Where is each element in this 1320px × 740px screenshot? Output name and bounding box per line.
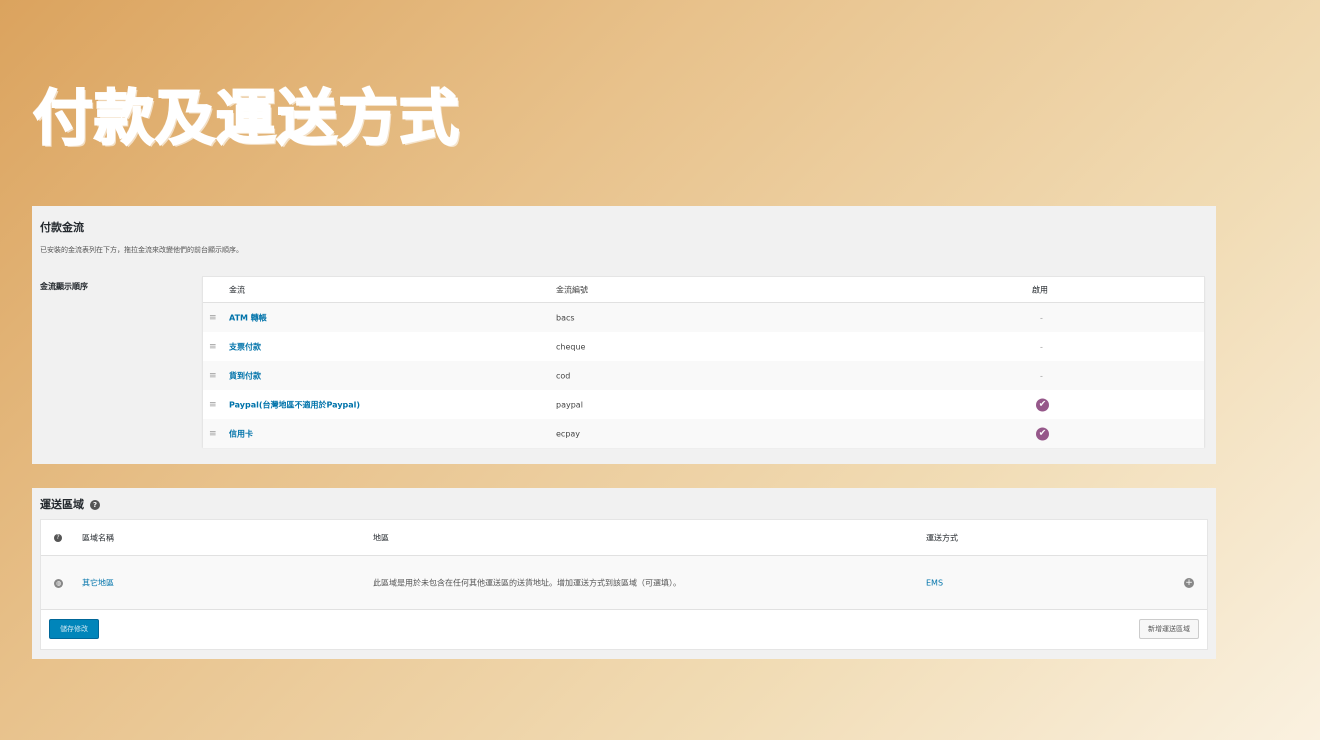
gateway-id: cod	[556, 371, 571, 380]
check-icon: ✔	[1036, 398, 1049, 411]
column-header-gateway-id[interactable]: 金流編號	[556, 284, 588, 295]
drag-handle-icon[interactable]: ≡	[209, 429, 217, 439]
gateway-id: bacs	[556, 313, 575, 322]
drag-handle-icon[interactable]: ≡	[209, 313, 217, 323]
gateway-id: ecpay	[556, 429, 581, 438]
drag-handle-icon[interactable]: ≡	[209, 400, 217, 410]
payment-gateways-table: 金流 金流編號 啟用 ≡ ATM 轉帳 bacs - ≡ 支票付款 cheque…	[202, 276, 1205, 448]
plus-circle-icon[interactable]: +	[1184, 577, 1194, 588]
column-header-zone-name: 區域名稱	[82, 533, 114, 542]
table-row: ◍ 其它地區 此區域是用於未包含在任何其他運送區的送貨地址。增加運送方式到該區域…	[41, 556, 1207, 610]
payment-section-title: 付款金流	[40, 221, 84, 234]
table-row[interactable]: ≡ Paypal(台灣地區不適用於Paypal) paypal ✔	[203, 390, 1204, 419]
shipping-section-title: 運送區域?	[40, 496, 100, 512]
column-header-region: 地區	[373, 533, 389, 542]
gateway-enabled-status[interactable]: -	[1040, 313, 1043, 322]
shipping-zones-table: ? 區域名稱 地區 運送方式 ◍ 其它地區 此區域是用於未包含在任何其他運送區的…	[40, 519, 1208, 650]
gateway-name-link[interactable]: 貨到付款	[229, 370, 261, 381]
gateway-enabled-status[interactable]: -	[1040, 371, 1043, 380]
payment-panel: 付款金流 已安裝的金流表列在下方，拖拉金流來改變他們的前台顯示順序。 金流顯示順…	[32, 206, 1216, 464]
column-header-enabled[interactable]: 啟用	[1032, 284, 1048, 295]
payment-order-label: 金流顯示順序	[40, 282, 88, 291]
save-changes-button[interactable]: 儲存修改	[49, 619, 99, 639]
drag-handle-icon[interactable]: ≡	[209, 342, 217, 352]
payment-table-header: 金流 金流編號 啟用	[203, 277, 1204, 303]
add-method-cell[interactable]: +	[1184, 577, 1194, 588]
table-row[interactable]: ≡ 貨到付款 cod -	[203, 361, 1204, 390]
slide-title: 付款及運送方式	[32, 83, 460, 155]
zone-region: 此區域是用於未包含在任何其他運送區的送貨地址。增加運送方式到該區域（可選填）。	[373, 578, 681, 587]
gateway-name-link[interactable]: 信用卡	[229, 428, 253, 439]
zone-icon-cell: ◍	[54, 578, 63, 588]
drag-handle-icon[interactable]: ≡	[209, 371, 217, 381]
shipping-table-footer: 儲存修改 新增運送區域	[41, 610, 1207, 649]
shipping-table-header: ? 區域名稱 地區 運送方式	[41, 520, 1207, 556]
gateway-id: cheque	[556, 342, 586, 351]
gateway-name-link[interactable]: 支票付款	[229, 341, 261, 352]
table-row[interactable]: ≡ ATM 轉帳 bacs -	[203, 303, 1204, 332]
gateway-enabled-toggle[interactable]: ✔	[1036, 398, 1049, 411]
column-header-gateway[interactable]: 金流	[229, 284, 245, 295]
shipping-title-text: 運送區域	[40, 498, 84, 511]
help-icon[interactable]: ?	[90, 500, 100, 510]
table-row[interactable]: ≡ 信用卡 ecpay ✔	[203, 419, 1204, 448]
shipping-panel: 運送區域? ? 區域名稱 地區 運送方式 ◍ 其它地區 此區域是用於未包含在任何…	[32, 488, 1216, 659]
gateway-enabled-toggle[interactable]: ✔	[1036, 427, 1049, 440]
gateway-id: paypal	[556, 400, 583, 409]
column-header-method: 運送方式	[926, 533, 958, 542]
add-shipping-zone-button[interactable]: 新增運送區域	[1139, 619, 1199, 639]
globe-icon: ◍	[54, 578, 63, 588]
gateway-enabled-status[interactable]: -	[1040, 342, 1043, 351]
check-icon: ✔	[1036, 427, 1049, 440]
help-icon[interactable]: ?	[54, 533, 62, 542]
gateway-name-link[interactable]: ATM 轉帳	[229, 312, 267, 323]
zone-name-link[interactable]: 其它地區	[82, 577, 114, 588]
gateway-name-link[interactable]: Paypal(台灣地區不適用於Paypal)	[229, 399, 360, 410]
zone-method-link[interactable]: EMS	[926, 578, 943, 587]
payment-description: 已安裝的金流表列在下方，拖拉金流來改變他們的前台顯示順序。	[40, 246, 243, 254]
table-row[interactable]: ≡ 支票付款 cheque -	[203, 332, 1204, 361]
